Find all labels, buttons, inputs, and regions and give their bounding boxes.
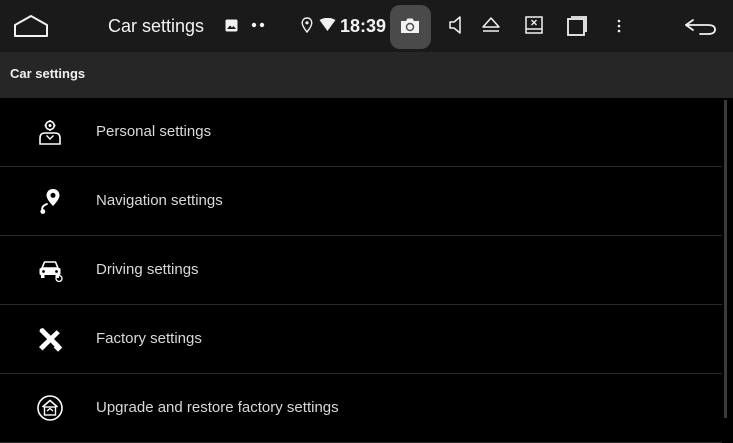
volume-icon[interactable] [446, 14, 466, 36]
settings-item-label: Navigation settings [96, 192, 223, 209]
image-notification-icon [224, 18, 238, 32]
wifi-icon [318, 17, 336, 33]
settings-item-label: Personal settings [96, 123, 212, 140]
scrollbar[interactable] [724, 100, 727, 418]
overflow-menu-icon[interactable] [614, 16, 624, 36]
close-app-icon[interactable] [523, 14, 545, 36]
settings-item-label: Factory settings [96, 330, 202, 347]
navigation-pin-icon [36, 187, 64, 215]
status-bar-time: 18:39 [340, 16, 387, 36]
status-bar-title: Car settings [108, 16, 205, 36]
settings-item-driving[interactable]: Driving settings [0, 236, 722, 305]
screenshot-camera-icon[interactable] [398, 16, 422, 36]
person-gear-icon [36, 118, 64, 146]
app-bar: Car settings [0, 52, 733, 98]
settings-item-navigation[interactable]: Navigation settings [0, 167, 722, 236]
more-dots-icon [250, 20, 268, 30]
settings-item-personal[interactable]: Personal settings [0, 98, 722, 167]
settings-item-label: Driving settings [96, 261, 199, 278]
location-pin-icon [300, 16, 314, 34]
eject-icon[interactable] [480, 14, 502, 36]
status-bar: Car settings 18:39 [0, 0, 733, 52]
tools-icon [36, 325, 64, 353]
car-icon [36, 256, 64, 284]
settings-item-upgrade[interactable]: Upgrade and restore factory settings [0, 374, 722, 443]
settings-item-label: Upgrade and restore factory settings [96, 399, 339, 416]
page-title: Car settings [10, 66, 86, 81]
recents-icon[interactable] [565, 14, 589, 38]
settings-list: Personal settings Navigation settings Dr… [0, 98, 733, 443]
settings-item-factory[interactable]: Factory settings [0, 305, 722, 374]
back-arrow-icon[interactable] [680, 14, 720, 38]
home-icon[interactable] [12, 12, 50, 40]
